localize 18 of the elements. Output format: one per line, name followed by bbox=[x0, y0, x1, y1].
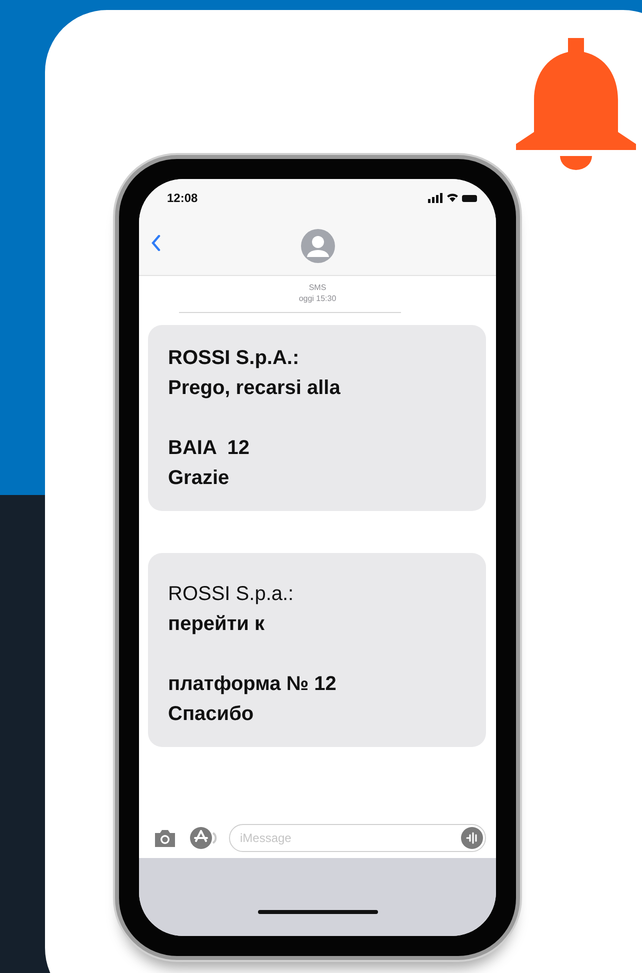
thread-service: SMS bbox=[308, 282, 328, 293]
message-text: Спасибо bbox=[168, 702, 255, 727]
message-text: BAIA 12 bbox=[168, 436, 251, 461]
camera-icon[interactable] bbox=[153, 828, 177, 848]
message-text: Grazie bbox=[168, 466, 230, 491]
message-text: платформа № 12 bbox=[168, 672, 338, 697]
app-store-icon[interactable] bbox=[189, 826, 217, 850]
message-text: Prego, recarsi alla bbox=[168, 376, 342, 401]
message-input[interactable]: iMessage bbox=[229, 824, 486, 852]
audio-icon[interactable] bbox=[461, 827, 483, 849]
message-text: ROSSI S.p.a.: bbox=[168, 582, 295, 607]
back-chevron-icon[interactable] bbox=[151, 235, 161, 251]
thread-timestamp: oggi 15:30 bbox=[298, 293, 338, 304]
avatar-icon[interactable] bbox=[300, 229, 334, 263]
status-icons bbox=[428, 193, 478, 203]
status-time: 12:08 bbox=[167, 191, 198, 205]
message-text: ROSSI S.p.A.: bbox=[168, 346, 300, 371]
message-text: перейти к bbox=[168, 612, 266, 637]
